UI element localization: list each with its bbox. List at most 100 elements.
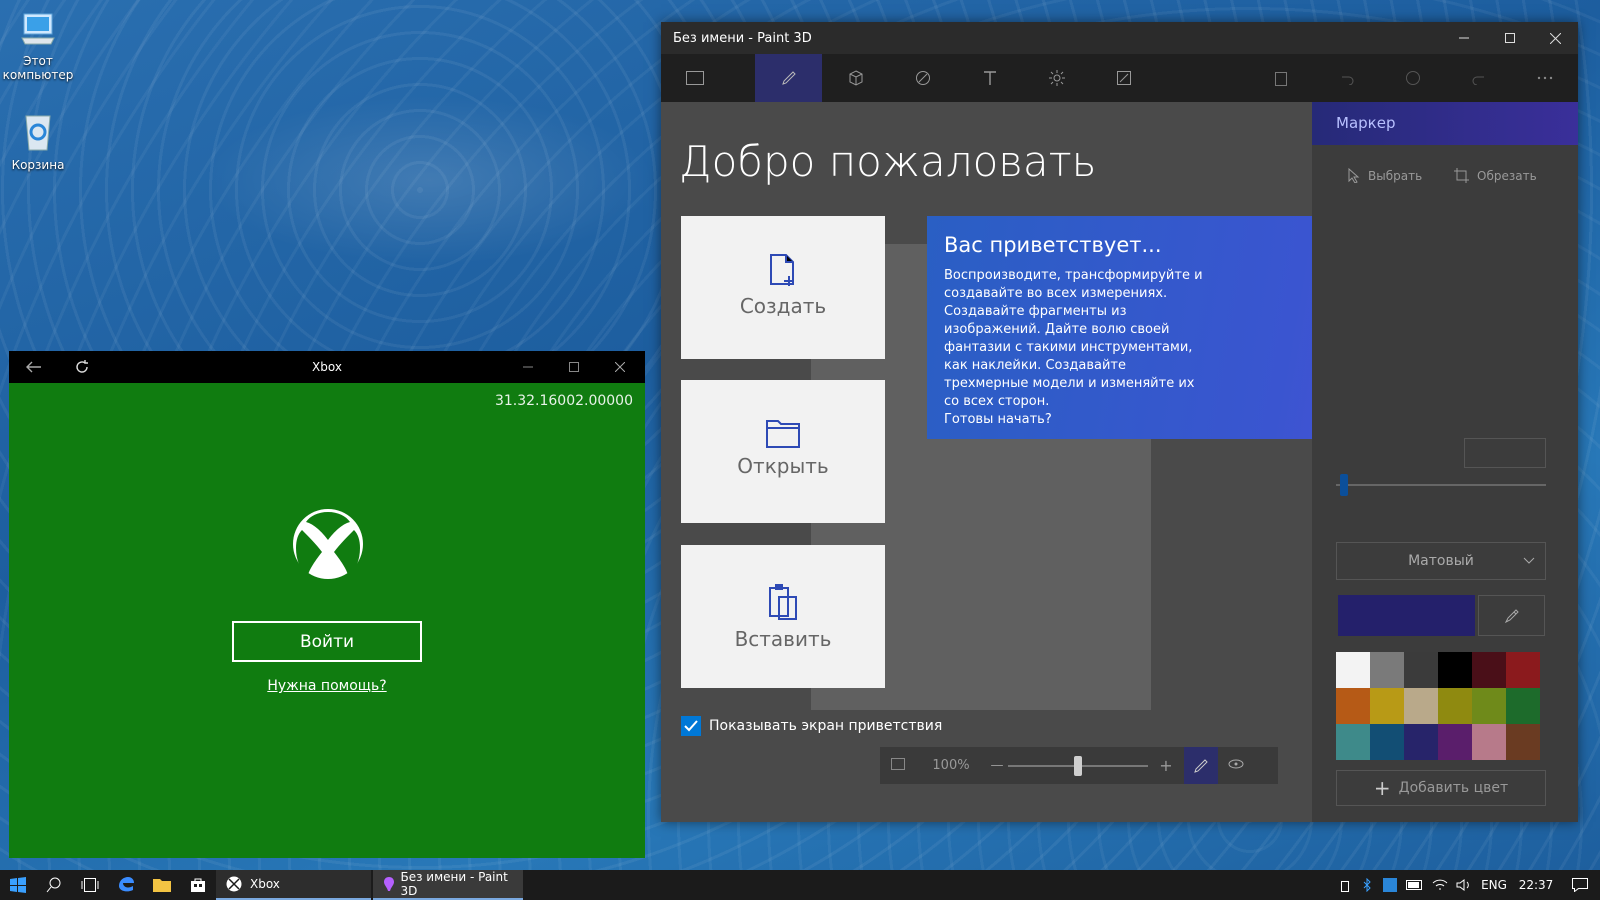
- edge-icon[interactable]: [108, 870, 144, 900]
- palette-swatch[interactable]: [1438, 724, 1472, 760]
- action-center-icon[interactable]: [1560, 870, 1600, 900]
- desktop-icon-label: Этот компьютер: [2, 54, 74, 82]
- desktop-icon-recycle-bin[interactable]: Корзина: [2, 110, 74, 172]
- palette-swatch[interactable]: [1506, 688, 1540, 724]
- view-3d-icon[interactable]: [1218, 758, 1254, 773]
- paint-ribbon: [661, 54, 1578, 102]
- palette-swatch[interactable]: [1472, 652, 1506, 688]
- select-button[interactable]: Выбрать: [1348, 168, 1422, 183]
- text-icon[interactable]: [956, 54, 1023, 102]
- paint3d-icon: [384, 877, 394, 891]
- zoom-in-icon[interactable]: +: [1148, 756, 1184, 775]
- usb-icon[interactable]: [1334, 870, 1356, 900]
- undo-icon[interactable]: [1313, 54, 1380, 102]
- palette-swatch[interactable]: [1370, 652, 1404, 688]
- palette-swatch[interactable]: [1404, 688, 1438, 724]
- palette-swatch[interactable]: [1336, 688, 1370, 724]
- xbox-icon: [226, 876, 242, 892]
- palette-swatch[interactable]: [1404, 652, 1438, 688]
- zoom-slider[interactable]: [1008, 755, 1148, 776]
- battery-icon[interactable]: [1402, 870, 1428, 900]
- taskbar: Xbox Без имени - Paint 3D ENG 22:37: [0, 870, 1600, 900]
- windows-icon: [10, 877, 26, 893]
- palette-swatch[interactable]: [1438, 688, 1472, 724]
- effects-icon[interactable]: [1023, 54, 1090, 102]
- fit-screen-icon[interactable]: [880, 757, 916, 774]
- palette-swatch[interactable]: [1506, 652, 1540, 688]
- open-card[interactable]: Открыть: [681, 380, 885, 523]
- search-icon[interactable]: [36, 870, 72, 900]
- language-indicator[interactable]: ENG: [1476, 870, 1512, 900]
- open-label: Открыть: [737, 454, 829, 478]
- palette-swatch[interactable]: [1370, 724, 1404, 760]
- xbox-titlebar: Xbox: [9, 351, 645, 383]
- clock[interactable]: 22:37: [1512, 870, 1560, 900]
- close-button[interactable]: [597, 351, 643, 383]
- checkbox-check-icon[interactable]: [681, 716, 701, 736]
- wifi-icon[interactable]: [1428, 870, 1452, 900]
- maximize-button[interactable]: [1487, 22, 1533, 54]
- eyedropper-icon[interactable]: [1478, 595, 1545, 636]
- panel-header: Маркер: [1312, 102, 1578, 145]
- pen-mode-icon[interactable]: [1184, 747, 1218, 784]
- stickers-icon[interactable]: [889, 54, 956, 102]
- redo-icon[interactable]: [1445, 54, 1512, 102]
- palette-swatch[interactable]: [1472, 688, 1506, 724]
- help-link[interactable]: Нужна помощь?: [9, 678, 645, 694]
- start-button[interactable]: [0, 870, 36, 900]
- zoom-bar: 100% — +: [880, 747, 1278, 784]
- taskbar-app-xbox[interactable]: Xbox: [216, 870, 371, 900]
- thickness-slider-thumb[interactable]: [1340, 474, 1348, 496]
- menu-folder-icon[interactable]: [661, 54, 728, 102]
- history-icon[interactable]: [1379, 54, 1446, 102]
- create-card[interactable]: Создать: [681, 216, 885, 359]
- more-icon[interactable]: [1511, 54, 1578, 102]
- volume-icon[interactable]: [1452, 870, 1476, 900]
- palette-swatch[interactable]: [1472, 724, 1506, 760]
- add-color-button[interactable]: + Добавить цвет: [1336, 770, 1546, 806]
- intro-title: Вас приветствует...: [944, 233, 1162, 257]
- refresh-icon[interactable]: [69, 351, 95, 383]
- size-input[interactable]: [1464, 438, 1546, 468]
- folder-icon: [766, 420, 800, 448]
- thickness-slider[interactable]: [1336, 484, 1546, 486]
- crop-button[interactable]: Обрезать: [1454, 168, 1537, 183]
- paste-card[interactable]: Вставить: [681, 545, 885, 688]
- canvas-icon[interactable]: [1090, 54, 1157, 102]
- palette-swatch[interactable]: [1404, 724, 1438, 760]
- brushes-icon[interactable]: [755, 54, 822, 102]
- store-icon[interactable]: [180, 870, 216, 900]
- desktop-icon-this-pc[interactable]: Этот компьютер: [2, 10, 74, 82]
- palette-swatch[interactable]: [1336, 652, 1370, 688]
- minimize-button[interactable]: [1441, 22, 1487, 54]
- palette-swatch[interactable]: [1336, 724, 1370, 760]
- palette-swatch[interactable]: [1370, 688, 1404, 724]
- close-button[interactable]: [1533, 22, 1578, 54]
- file-explorer-icon[interactable]: [144, 870, 180, 900]
- bluetooth-icon[interactable]: [1356, 870, 1378, 900]
- back-icon[interactable]: [21, 351, 47, 383]
- defender-icon[interactable]: [1378, 870, 1402, 900]
- select-label: Выбрать: [1368, 168, 1423, 183]
- 3d-shapes-icon[interactable]: [822, 54, 889, 102]
- add-color-label: Добавить цвет: [1398, 780, 1509, 796]
- paste-icon[interactable]: [1247, 54, 1314, 102]
- signin-button[interactable]: Войти: [232, 621, 422, 662]
- taskbar-app-paint3d[interactable]: Без имени - Paint 3D: [373, 870, 523, 900]
- task-view-icon[interactable]: [72, 870, 108, 900]
- desktop-icon-label: Корзина: [11, 158, 65, 172]
- maximize-button[interactable]: [551, 351, 597, 383]
- plus-icon: +: [1373, 776, 1391, 800]
- computer-icon: [21, 13, 55, 45]
- show-welcome-checkbox[interactable]: Показывать экран приветствия: [681, 716, 942, 736]
- palette-swatch[interactable]: [1506, 724, 1540, 760]
- intro-cta[interactable]: Готовы начать?: [944, 412, 1052, 427]
- paint-titlebar: Без имени - Paint 3D: [661, 22, 1578, 54]
- current-color-swatch[interactable]: [1338, 595, 1475, 636]
- finish-dropdown[interactable]: Матовый: [1336, 542, 1546, 580]
- palette-swatch[interactable]: [1438, 652, 1472, 688]
- zoom-out-icon[interactable]: —: [986, 758, 1008, 773]
- minimize-button[interactable]: [505, 351, 551, 383]
- panel-title: Маркер: [1336, 114, 1396, 132]
- show-welcome-label: Показывать экран приветствия: [709, 718, 943, 734]
